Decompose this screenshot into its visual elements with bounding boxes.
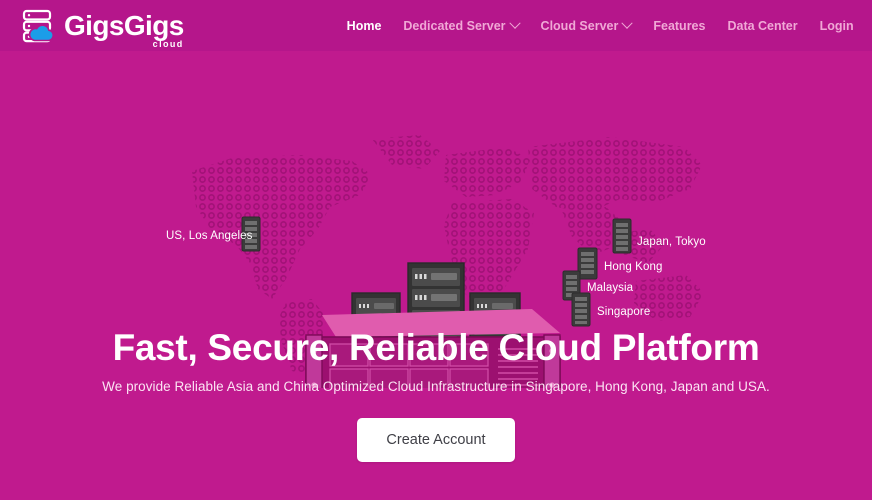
nav-label: Dedicated Server bbox=[403, 18, 506, 33]
nav-item-features[interactable]: Features bbox=[642, 13, 716, 39]
location-label-japan-tokyo: Japan, Tokyo bbox=[637, 236, 706, 248]
location-label-hong-kong: Hong Kong bbox=[604, 261, 663, 273]
nav-item-home[interactable]: Home bbox=[336, 13, 393, 39]
nav-item-dedicated-server[interactable]: Dedicated Server bbox=[392, 13, 529, 39]
hero-subtitle: We provide Reliable Asia and China Optim… bbox=[102, 379, 770, 394]
location-marker-hong-kong bbox=[577, 247, 598, 280]
site-header: GigsGigs cloud Home Dedicated Server Clo… bbox=[0, 0, 872, 51]
hero-copy: Fast, Secure, Reliable Cloud Platform We… bbox=[0, 326, 872, 462]
page-title: Fast, Secure, Reliable Cloud Platform bbox=[112, 327, 760, 368]
brand-wordmark: GigsGigs cloud bbox=[64, 9, 184, 48]
location-marker-singapore bbox=[571, 292, 591, 327]
chevron-down-icon bbox=[621, 17, 634, 29]
location-label-singapore: Singapore bbox=[597, 306, 651, 318]
nav-item-data-center[interactable]: Data Center bbox=[716, 13, 808, 39]
nav-item-cloud-server[interactable]: Cloud Server bbox=[530, 13, 643, 39]
nav-item-login[interactable]: Login bbox=[809, 13, 865, 39]
hero-cta-wrap: Create Account bbox=[0, 418, 872, 462]
location-marker-japan-tokyo bbox=[612, 218, 632, 254]
nav-label: Data Center bbox=[727, 18, 798, 33]
page-root: GigsGigs cloud Home Dedicated Server Clo… bbox=[0, 0, 872, 500]
chevron-down-icon bbox=[508, 17, 521, 29]
nav-label: Login bbox=[819, 18, 854, 33]
server-cloud-icon bbox=[22, 9, 60, 43]
create-account-button[interactable]: Create Account bbox=[357, 418, 515, 462]
hero-section: US, Los Angeles Japan, Tokyo Hong Kong M… bbox=[0, 51, 872, 500]
nav-label: Features bbox=[653, 18, 706, 33]
nav-label: Cloud Server bbox=[540, 18, 619, 33]
nav-label: Home bbox=[346, 18, 382, 33]
main-navigation: Home Dedicated Server Cloud Server Featu… bbox=[336, 5, 872, 46]
brand-tagline: cloud bbox=[152, 38, 184, 49]
brand-logo[interactable]: GigsGigs cloud bbox=[22, 6, 184, 48]
brand-name: GigsGigs bbox=[64, 9, 184, 41]
location-label-malaysia: Malaysia bbox=[587, 282, 634, 294]
location-label-us-los-angeles: US, Los Angeles bbox=[166, 230, 253, 242]
